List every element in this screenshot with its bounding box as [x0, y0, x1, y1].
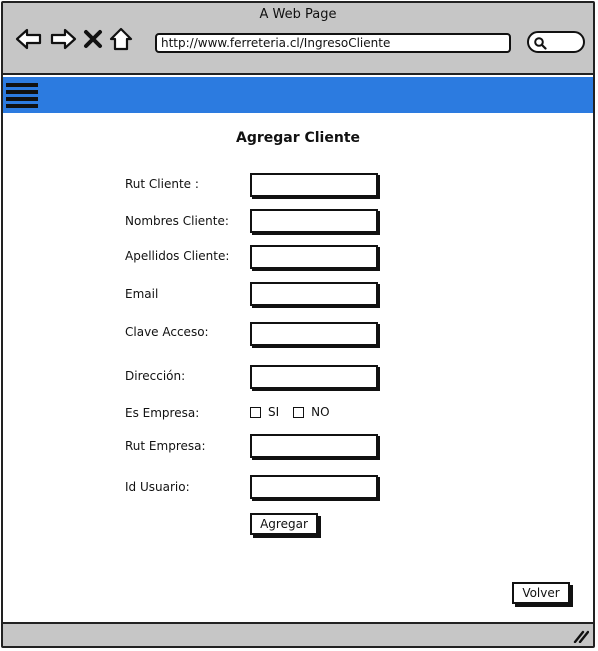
hamburger-menu-icon[interactable]: [6, 83, 38, 109]
apellidos-cliente-label: Apellidos Cliente:: [125, 249, 230, 263]
search-icon: [534, 37, 547, 50]
browser-statusbar: [3, 622, 593, 646]
window-title: A Web Page: [259, 7, 337, 22]
page-title: Agregar Cliente: [235, 130, 361, 146]
nombres-cliente-label: Nombres Cliente:: [125, 214, 229, 228]
agregar-button[interactable]: Agregar: [250, 513, 318, 535]
email-input[interactable]: [250, 282, 378, 306]
back-arrow-icon[interactable]: [15, 27, 43, 51]
nav-controls: [15, 27, 133, 51]
clave-acceso-label: Clave Acceso:: [125, 325, 209, 339]
browser-titlebar: A Web Page http://www.ferreteria.cl/Ingr…: [3, 3, 593, 75]
direccion-input[interactable]: [250, 365, 378, 389]
es-empresa-si-label: SI: [268, 405, 280, 419]
volver-button[interactable]: Volver: [512, 582, 570, 604]
url-bar[interactable]: http://www.ferreteria.cl/IngresoCliente: [155, 33, 511, 53]
rut-cliente-input[interactable]: [250, 173, 378, 197]
es-empresa-label: Es Empresa:: [125, 406, 200, 420]
close-x-icon[interactable]: [83, 27, 103, 51]
apellidos-cliente-input[interactable]: [250, 245, 378, 269]
clave-acceso-input[interactable]: [250, 322, 378, 346]
resize-grip-icon[interactable]: [573, 629, 589, 643]
forward-arrow-icon[interactable]: [49, 27, 77, 51]
rut-empresa-label: Rut Empresa:: [125, 439, 206, 453]
nombres-cliente-input[interactable]: [250, 209, 378, 233]
es-empresa-no-label: NO: [311, 405, 330, 419]
rut-cliente-label: Rut Cliente :: [125, 177, 199, 191]
browser-window: A Web Page http://www.ferreteria.cl/Ingr…: [1, 1, 595, 648]
id-usuario-label: Id Usuario:: [125, 480, 190, 494]
es-empresa-options: SI NO: [250, 405, 344, 419]
navigation-bar: [3, 77, 593, 113]
home-icon[interactable]: [109, 27, 133, 51]
es-empresa-si-checkbox[interactable]: [250, 406, 261, 418]
browser-search-box[interactable]: [527, 31, 585, 53]
rut-empresa-input[interactable]: [250, 434, 378, 458]
direccion-label: Dirección:: [125, 369, 186, 383]
es-empresa-no-checkbox[interactable]: [293, 406, 305, 418]
email-label: Email: [125, 287, 159, 301]
id-usuario-input[interactable]: [250, 475, 378, 499]
